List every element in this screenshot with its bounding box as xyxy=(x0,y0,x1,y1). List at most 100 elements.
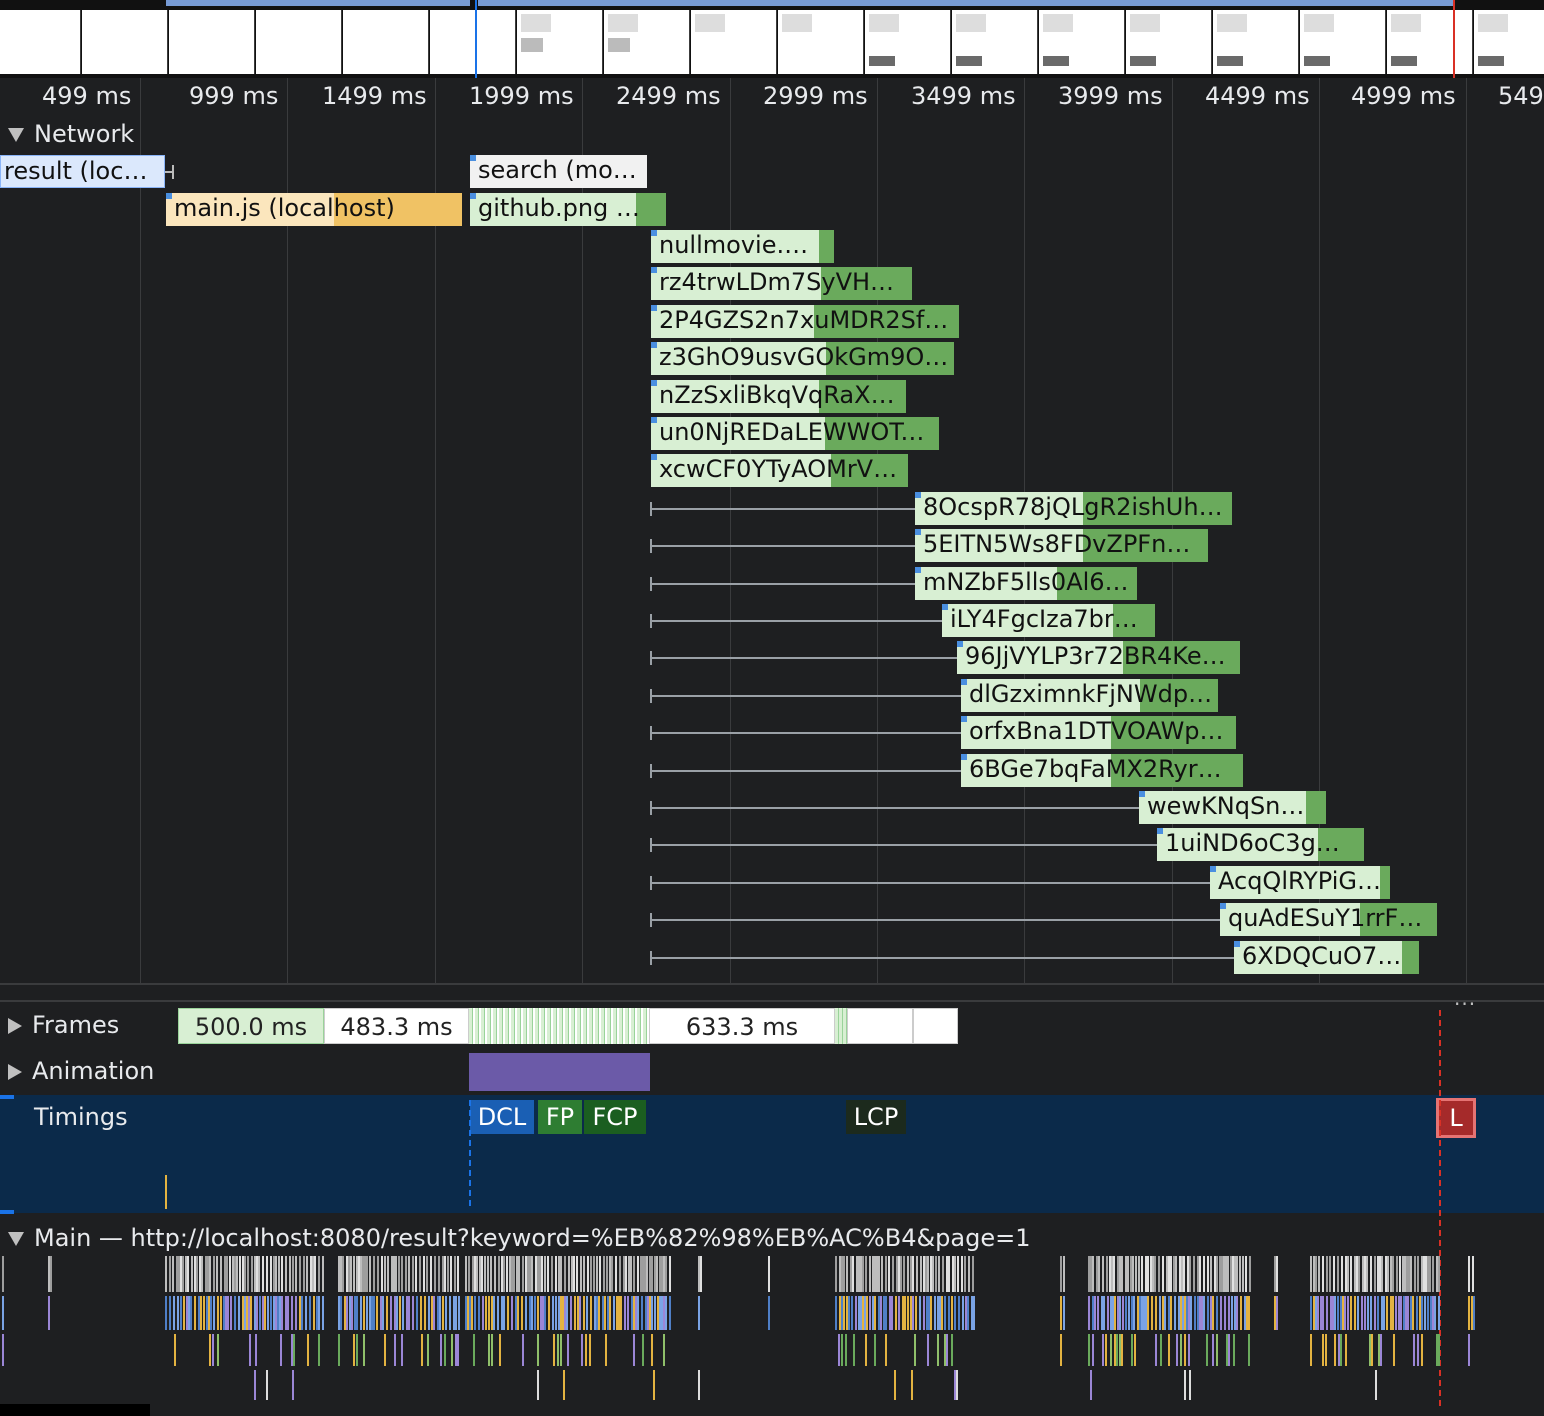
flame-slice[interactable] xyxy=(256,1296,258,1330)
flame-slice[interactable] xyxy=(1193,1256,1195,1292)
flame-slice[interactable] xyxy=(1370,1256,1372,1292)
frames-track-header[interactable]: Frames xyxy=(8,1011,119,1039)
flame-slice[interactable] xyxy=(1131,1334,1133,1366)
flame-slice[interactable] xyxy=(587,1256,589,1292)
screenshot-thumbnail[interactable] xyxy=(1039,10,1125,74)
flame-slice[interactable] xyxy=(322,1256,324,1292)
screenshot-thumbnail[interactable] xyxy=(256,10,342,74)
flame-slice[interactable] xyxy=(363,1334,365,1366)
flame-slice[interactable] xyxy=(342,1256,344,1292)
flame-slice[interactable] xyxy=(914,1334,916,1366)
screenshot-thumbnail[interactable] xyxy=(691,10,777,74)
flame-slice[interactable] xyxy=(212,1334,214,1366)
flame-slice[interactable] xyxy=(1325,1334,1327,1366)
flame-slice[interactable] xyxy=(255,1334,257,1366)
timings-track[interactable] xyxy=(0,1095,1544,1213)
flame-slice[interactable] xyxy=(1210,1256,1212,1292)
flame-slice[interactable] xyxy=(1088,1296,1090,1330)
flame-slice[interactable] xyxy=(1417,1334,1419,1366)
flame-slice[interactable] xyxy=(653,1370,655,1400)
flame-slice[interactable] xyxy=(262,1256,264,1292)
main-track-header[interactable]: Main — http://localhost:8080/result?keyw… xyxy=(8,1224,1031,1252)
flame-slice[interactable] xyxy=(313,1296,315,1330)
flame-slice[interactable] xyxy=(301,1296,303,1330)
flame-slice[interactable] xyxy=(244,1256,246,1292)
flame-slice[interactable] xyxy=(585,1334,587,1366)
flame-slice[interactable] xyxy=(642,1334,644,1366)
flame-slice[interactable] xyxy=(1228,1334,1230,1366)
screenshot-thumbnail[interactable] xyxy=(778,10,864,74)
screenshot-thumbnail[interactable] xyxy=(517,10,603,74)
flame-slice[interactable] xyxy=(606,1256,608,1292)
flame-slice[interactable] xyxy=(900,1256,902,1292)
flame-slice[interactable] xyxy=(1098,1256,1100,1292)
flame-slice[interactable] xyxy=(624,1296,626,1330)
flame-slice[interactable] xyxy=(229,1256,231,1292)
flame-slice[interactable] xyxy=(944,1296,946,1330)
flame-slice[interactable] xyxy=(557,1334,559,1366)
flame-slice[interactable] xyxy=(210,1296,212,1330)
flame-slice[interactable] xyxy=(1468,1296,1470,1330)
flame-slice[interactable] xyxy=(292,1256,294,1292)
flame-slice[interactable] xyxy=(885,1256,887,1292)
flame-slice[interactable] xyxy=(1399,1256,1401,1292)
flame-slice[interactable] xyxy=(275,1256,277,1292)
network-request[interactable]: github.png (l… xyxy=(470,193,666,226)
flame-slice[interactable] xyxy=(531,1296,533,1330)
flame-slice[interactable] xyxy=(1170,1256,1172,1292)
flame-slice[interactable] xyxy=(169,1296,171,1330)
flame-slice[interactable] xyxy=(1122,1296,1124,1330)
flame-slice[interactable] xyxy=(1472,1256,1474,1292)
flame-slice[interactable] xyxy=(1393,1334,1395,1366)
flame-slice[interactable] xyxy=(373,1296,375,1330)
flame-slice[interactable] xyxy=(637,1256,639,1292)
flame-slice[interactable] xyxy=(537,1334,539,1366)
flame-slice[interactable] xyxy=(1063,1296,1065,1330)
flame-slice[interactable] xyxy=(698,1370,700,1400)
flame-slice[interactable] xyxy=(401,1334,403,1366)
flame-slice[interactable] xyxy=(494,1256,496,1292)
flame-slice[interactable] xyxy=(430,1256,432,1292)
flame-slice[interactable] xyxy=(954,1296,956,1330)
flame-slice[interactable] xyxy=(398,1256,400,1292)
flame-slice[interactable] xyxy=(412,1256,414,1292)
flame-slice[interactable] xyxy=(1310,1256,1312,1292)
network-request[interactable]: iLY4FgcIza7br… xyxy=(942,604,1155,637)
flame-slice[interactable] xyxy=(1392,1256,1394,1292)
flame-slice[interactable] xyxy=(954,1256,956,1292)
flame-slice[interactable] xyxy=(973,1296,975,1330)
timings-track-label[interactable]: Timings xyxy=(34,1103,128,1131)
flame-slice[interactable] xyxy=(258,1256,260,1292)
flame-slice[interactable] xyxy=(846,1256,848,1292)
flame-slice[interactable] xyxy=(1110,1334,1112,1366)
screenshot-thumbnail[interactable] xyxy=(952,10,1038,74)
flame-slice[interactable] xyxy=(1127,1256,1129,1292)
flame-slice[interactable] xyxy=(338,1334,340,1366)
flame-slice[interactable] xyxy=(412,1296,414,1330)
network-request[interactable]: main.js (localhost) xyxy=(166,193,462,226)
flame-slice[interactable] xyxy=(247,1256,249,1292)
flame-slice[interactable] xyxy=(291,1296,293,1330)
flame-slice[interactable] xyxy=(299,1256,301,1292)
flame-slice[interactable] xyxy=(1063,1256,1065,1292)
flame-slice[interactable] xyxy=(555,1296,557,1330)
flame-slice[interactable] xyxy=(892,1256,894,1292)
flame-slice[interactable] xyxy=(1438,1256,1440,1292)
flame-slice[interactable] xyxy=(1468,1256,1470,1292)
flame-slice[interactable] xyxy=(517,1296,519,1330)
flame-slice[interactable] xyxy=(1233,1334,1235,1366)
animation-track-header[interactable]: Animation xyxy=(8,1057,154,1085)
flame-slice[interactable] xyxy=(843,1296,845,1330)
flame-slice[interactable] xyxy=(656,1256,658,1292)
flame-slice[interactable] xyxy=(2,1256,4,1292)
flame-slice[interactable] xyxy=(633,1334,635,1366)
frame-segment[interactable]: 633.3 ms xyxy=(649,1008,835,1044)
flame-slice[interactable] xyxy=(551,1256,553,1292)
flame-slice[interactable] xyxy=(285,1256,287,1292)
screenshot-thumbnail[interactable] xyxy=(865,10,951,74)
flame-slice[interactable] xyxy=(402,1296,404,1330)
flame-slice[interactable] xyxy=(442,1296,444,1330)
flame-slice[interactable] xyxy=(627,1296,629,1330)
flame-slice[interactable] xyxy=(1228,1296,1230,1330)
flame-slice[interactable] xyxy=(869,1296,871,1330)
